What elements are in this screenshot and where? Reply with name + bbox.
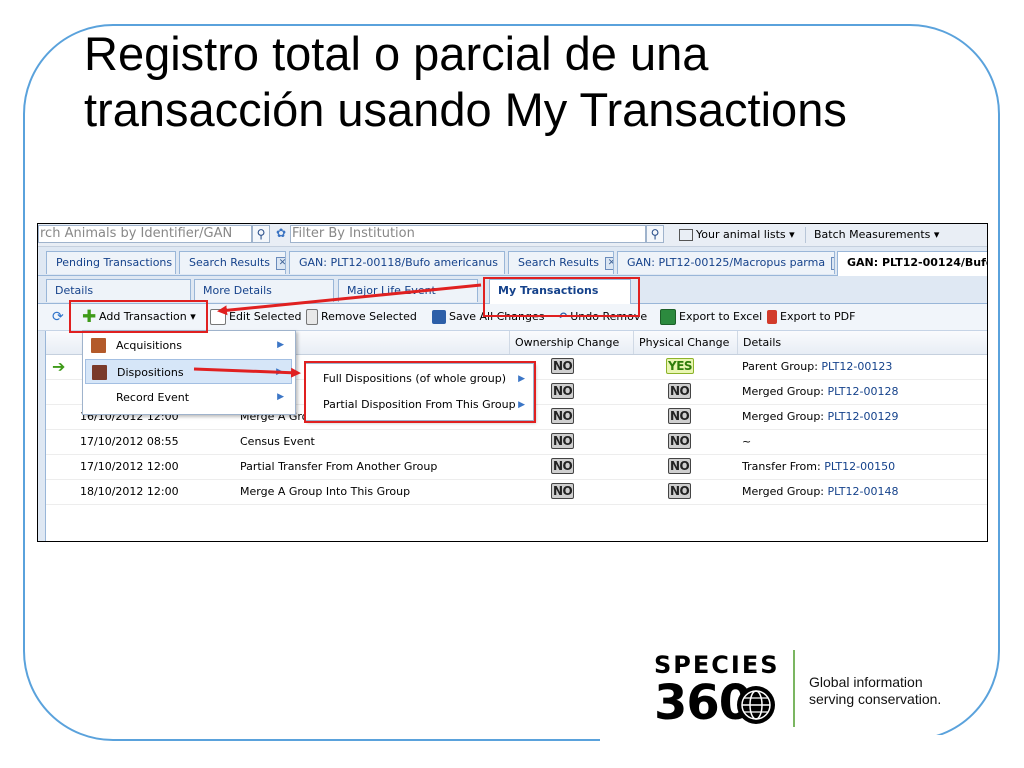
globe-icon [737, 686, 775, 724]
tagline-line-2: serving conservation. [809, 691, 942, 707]
arrow-to-submenu [193, 367, 301, 378]
logo-word: SPECIES [654, 651, 780, 679]
tagline-line-1: Global information [809, 674, 923, 690]
slide-title: Registro total o parcial de una transacc… [84, 27, 847, 136]
annotation-arrows [193, 283, 482, 378]
frame-gap [600, 735, 1020, 755]
brand-tagline: Global information serving conservation. [809, 674, 941, 708]
arrow-to-add-transaction [217, 283, 482, 316]
app-screenshot: rch Animals by Identifier/GAN ⚲ ✿ Filter… [37, 223, 988, 542]
logo-divider [793, 650, 795, 727]
